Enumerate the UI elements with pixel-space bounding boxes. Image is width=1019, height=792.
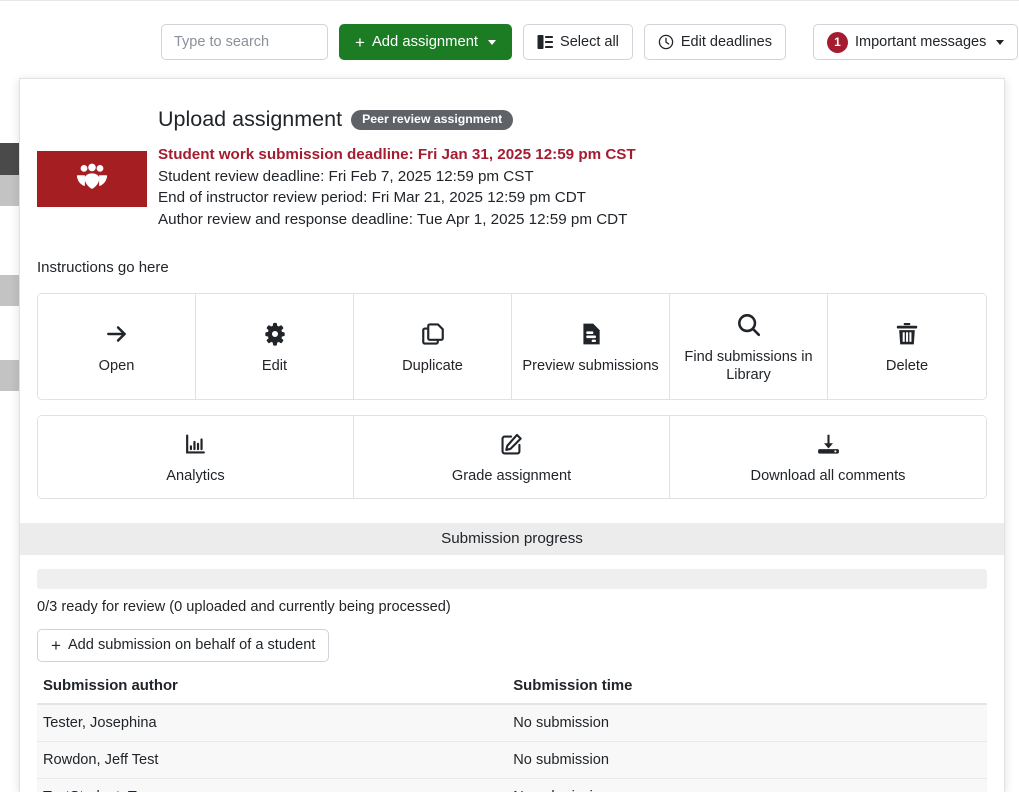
list-checklist-icon [537,34,553,50]
duplicate-label: Duplicate [402,357,463,376]
cell-author: Rowdon, Jeff Test [37,741,507,778]
preview-submissions-button[interactable]: Preview submissions [512,294,670,399]
document-preview-icon [578,319,604,349]
column-header-submission-author: Submission author [37,678,507,704]
edit-button[interactable]: Edit [196,294,354,399]
message-count-badge: 1 [827,32,848,53]
column-header-submission-time: Submission time [507,678,987,704]
find-submissions-in-library-button[interactable]: Find submissions in Library [670,294,828,399]
cell-author: Tester, Josephina [37,704,507,742]
grade-assignment-button[interactable]: Grade assignment [354,416,670,498]
preview-submissions-label: Preview submissions [522,357,658,376]
assignment-type-badge: Peer review assignment [351,110,513,130]
assignment-header-text: Upload assignment Peer review assignment… [158,107,1004,231]
deadline-author-response: Author review and response deadline: Tue… [158,209,984,231]
open-label: Open [99,357,135,376]
important-messages-button[interactable]: 1 Important messages [813,24,1018,60]
assignment-header: Upload assignment Peer review assignment… [20,79,1004,231]
group-people-icon [74,163,110,196]
submission-progress-title: Submission progress [441,530,583,547]
add-submission-label: Add submission on behalf of a student [68,638,315,653]
analytics-button[interactable]: Analytics [38,416,354,498]
download-all-comments-button[interactable]: Download all comments [670,416,986,498]
assignment-detail-card: Upload assignment Peer review assignment… [19,78,1005,792]
toolbar: + Add assignment Select all [161,24,1018,60]
open-button[interactable]: Open [38,294,196,399]
important-messages-label: Important messages [855,35,986,50]
analytics-label: Analytics [166,467,224,486]
grade-assignment-label: Grade assignment [452,467,571,486]
add-submission-on-behalf-button[interactable]: + Add submission on behalf of a student [37,629,329,662]
app-root: + Add assignment Select all [0,0,1019,792]
submission-progress-body: 0/3 ready for review (0 uploaded and cur… [20,569,1004,792]
download-all-comments-label: Download all comments [751,467,906,486]
instructions-text: Instructions go here [37,259,1004,276]
plus-icon: + [51,637,61,654]
progress-status-text: 0/3 ready for review (0 uploaded and cur… [37,599,987,615]
search-input[interactable] [161,24,328,60]
assignment-thumbnail [37,151,147,207]
edit-square-icon [499,429,524,459]
bar-chart-icon [183,429,208,459]
delete-button[interactable]: Delete [828,294,986,399]
edit-deadlines-label: Edit deadlines [681,35,772,50]
plus-icon: + [355,34,365,51]
edit-label: Edit [262,357,287,376]
chevron-down-icon [488,40,496,45]
primary-deadline: Student work submission deadline: Fri Ja… [158,144,984,166]
cell-time: No submission [507,704,987,742]
duplicate-button[interactable]: Duplicate [354,294,512,399]
submissions-table: Submission author Submission time Tester… [37,678,987,792]
progress-bar [37,569,987,589]
copy-icon [420,319,446,349]
trash-icon [894,319,920,349]
select-all-button[interactable]: Select all [523,24,633,60]
select-all-label: Select all [560,35,619,50]
chevron-down-icon [996,40,1004,45]
deadline-instructor-review: End of instructor review period: Fri Mar… [158,187,984,209]
top-divider [0,0,1019,1]
arrow-right-icon [104,319,130,349]
primary-action-grid: Open Edit Duplicate [37,293,987,400]
secondary-action-grid: Analytics Grade assignment [37,415,987,499]
clock-icon [658,34,674,50]
add-assignment-button[interactable]: + Add assignment [339,24,512,60]
title-row: Upload assignment Peer review assignment [158,107,984,133]
gear-icon [262,319,288,349]
page-title: Upload assignment [158,107,342,133]
table-header-row: Submission author Submission time [37,678,987,704]
table-row[interactable]: Tester, Josephina No submission [37,704,987,742]
search-icon [735,310,763,340]
download-icon [816,429,841,459]
deadline-student-review: Student review deadline: Fri Feb 7, 2025… [158,166,984,188]
table-row[interactable]: TestStudent, Tam No submission [37,778,987,792]
table-row[interactable]: Rowdon, Jeff Test No submission [37,741,987,778]
add-assignment-label: Add assignment [372,35,478,50]
cell-time: No submission [507,741,987,778]
edit-deadlines-button[interactable]: Edit deadlines [644,24,786,60]
cell-time: No submission [507,778,987,792]
submission-progress-header: Submission progress [20,523,1004,555]
delete-label: Delete [886,357,928,376]
cell-author: TestStudent, Tam [37,778,507,792]
find-submissions-label: Find submissions in Library [676,348,821,385]
